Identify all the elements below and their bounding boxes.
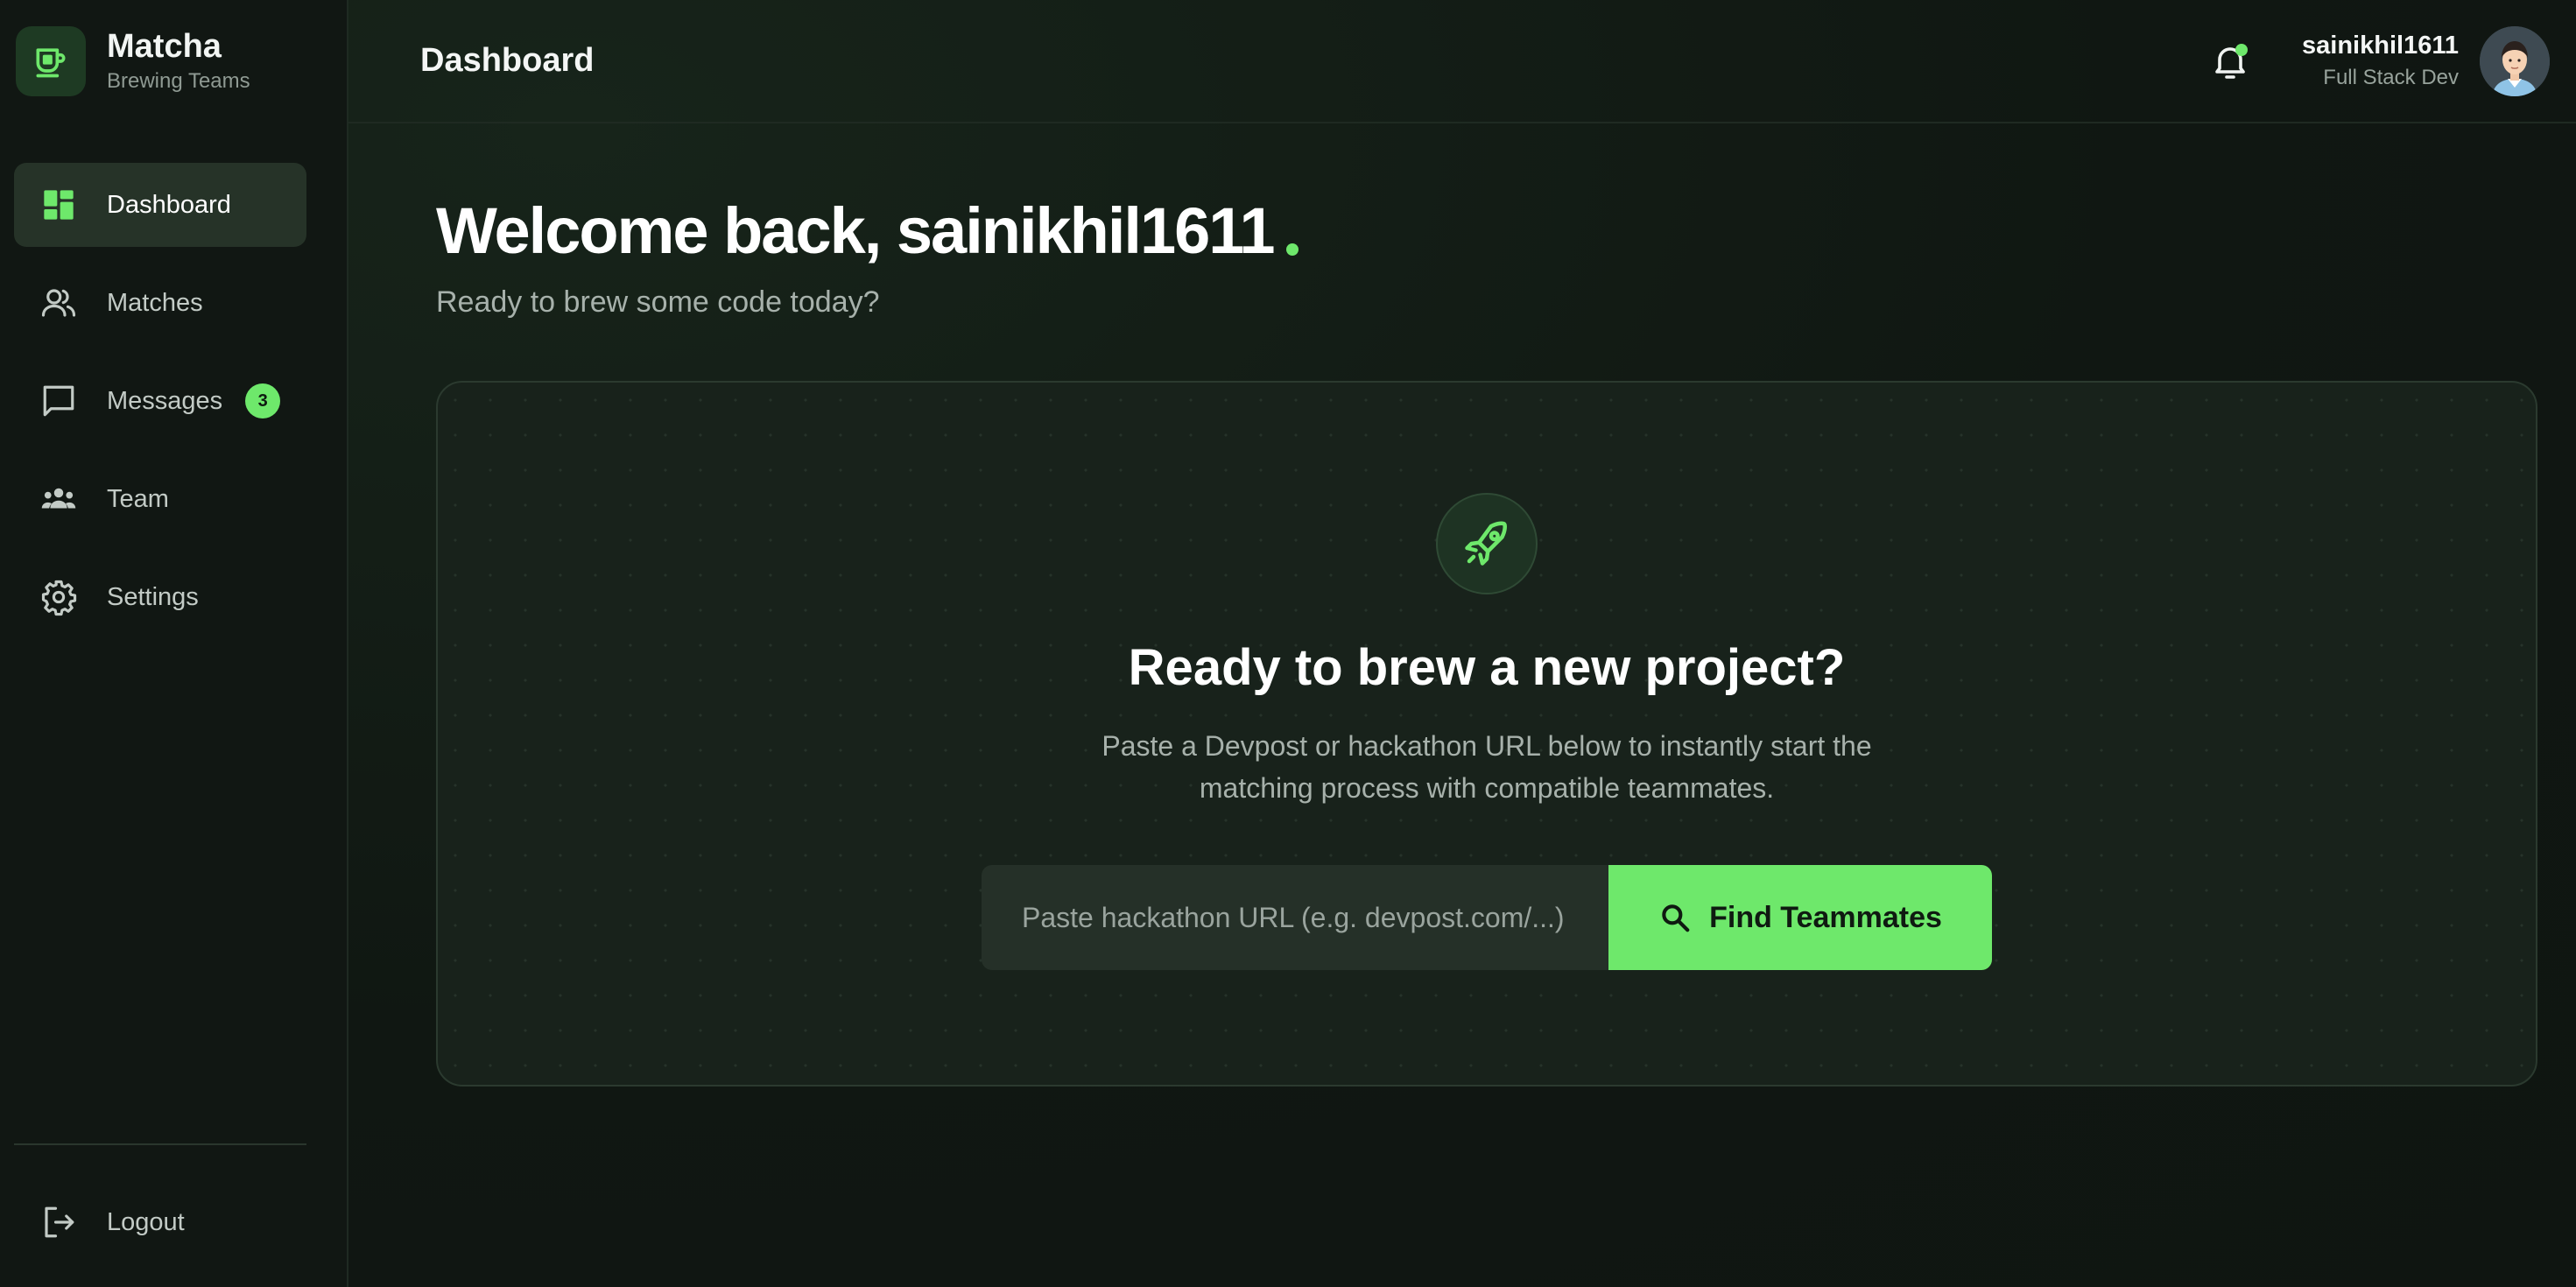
user-name: sainikhil1611 — [2302, 32, 2459, 60]
sidebar-item-team[interactable]: Team — [14, 457, 306, 541]
user-role: Full Stack Dev — [2323, 66, 2459, 89]
notifications-button[interactable] — [2209, 40, 2251, 82]
sidebar-nav: Dashboard Matches Messages 3 Team Settin… — [14, 163, 333, 639]
sidebar-divider — [14, 1143, 306, 1145]
sidebar-item-label: Messages — [107, 386, 223, 415]
sidebar-item-label: Team — [107, 484, 169, 513]
chat-icon — [40, 383, 77, 419]
url-search-row: Find Teammates — [982, 865, 1992, 970]
notification-dot — [2235, 43, 2249, 56]
welcome-text: Welcome back, sainikhil1611 — [436, 194, 1276, 267]
logout-button[interactable]: Logout — [14, 1180, 306, 1264]
logout-icon — [40, 1204, 77, 1241]
welcome-heading: Welcome back, sainikhil1611 — [436, 193, 2537, 268]
sidebar-item-label: Settings — [107, 582, 199, 611]
user-info[interactable]: sainikhil1611 Full Stack Dev — [2302, 32, 2459, 90]
card-description: Paste a Devpost or hackathon URL below t… — [1101, 730, 1872, 804]
find-teammates-button[interactable]: Find Teammates — [1608, 865, 1992, 970]
avatar[interactable] — [2480, 25, 2550, 96]
sidebar-item-dashboard[interactable]: Dashboard — [14, 163, 306, 247]
sidebar-item-label: Matches — [107, 288, 203, 317]
dashboard-icon — [40, 186, 77, 223]
brand[interactable]: Matcha Brewing Teams — [14, 0, 333, 123]
logout-label: Logout — [107, 1207, 185, 1236]
sidebar-bottom: Logout — [14, 1143, 306, 1287]
brand-name: Matcha — [107, 28, 222, 66]
sidebar-item-matches[interactable]: Matches — [14, 261, 306, 345]
sidebar-item-label: Dashboard — [107, 190, 231, 219]
users-icon — [40, 285, 77, 321]
app: Matcha Brewing Teams Dashboard Matches M… — [0, 0, 2576, 1287]
topbar-right: sainikhil1611 Full Stack Dev — [2209, 25, 2550, 96]
gear-icon — [40, 579, 77, 616]
find-teammates-label: Find Teammates — [1709, 900, 1942, 934]
search-icon — [1662, 904, 1690, 932]
team-icon — [40, 481, 77, 517]
new-project-card: Ready to brew a new project? Paste a Dev… — [436, 381, 2537, 1087]
sidebar-item-settings[interactable]: Settings — [14, 555, 306, 639]
hackathon-url-input[interactable] — [982, 865, 1608, 970]
dashboard-content: Welcome back, sainikhil1611 Ready to bre… — [348, 123, 2576, 1087]
welcome-subtitle: Ready to brew some code today? — [436, 285, 880, 319]
page-title: Dashboard — [420, 42, 595, 79]
topbar: Dashboard sainikhil1611 Full Stack Dev — [348, 0, 2576, 123]
sidebar-item-messages[interactable]: Messages 3 — [14, 359, 306, 443]
main-area: Dashboard sainikhil1611 Full Stack Dev W… — [348, 0, 2576, 1287]
card-title: Ready to brew a new project? — [1128, 639, 1846, 696]
status-dot — [1285, 243, 1299, 256]
rocket-icon — [1436, 493, 1538, 594]
matcha-cup-icon — [16, 26, 86, 96]
brand-tagline: Brewing Teams — [107, 68, 250, 93]
sidebar: Matcha Brewing Teams Dashboard Matches M… — [0, 0, 348, 1287]
messages-count-badge: 3 — [245, 383, 281, 418]
